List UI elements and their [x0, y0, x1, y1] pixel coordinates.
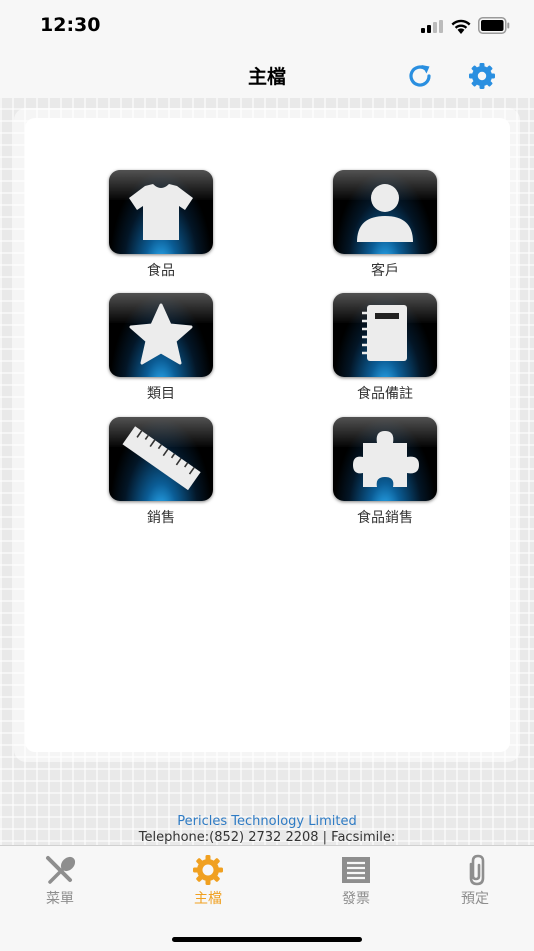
tile-label: 食品	[147, 263, 175, 279]
tile-label: 類目	[147, 386, 175, 402]
status-time: 12:30	[40, 14, 101, 36]
tab-reservation[interactable]: 預定	[430, 854, 520, 908]
star-icon	[109, 293, 213, 377]
refresh-icon[interactable]	[405, 61, 435, 91]
utensils-icon	[46, 856, 76, 884]
battery-icon	[478, 17, 510, 34]
tab-master[interactable]: 主檔	[163, 854, 253, 908]
tab-label: 主檔	[194, 891, 222, 907]
contact-info: Telephone:(852) 2732 2208 | Facsimile:	[138, 830, 396, 845]
wifi-icon	[451, 19, 471, 34]
paperclip-icon	[469, 854, 485, 886]
tile-food-sales[interactable]: 食品銷售	[320, 417, 450, 527]
tile-food-remarks[interactable]: 食品備註	[320, 293, 450, 403]
tile-customer[interactable]: 客戶	[320, 170, 450, 280]
tile-sales[interactable]: 銷售	[96, 417, 226, 527]
tab-label: 預定	[461, 891, 489, 907]
tile-label: 銷售	[147, 510, 175, 526]
tab-label: 發票	[342, 891, 370, 907]
gear-sun-icon	[193, 855, 223, 885]
tile-food[interactable]: 食品	[96, 170, 226, 280]
tab-menu[interactable]: 菜單	[15, 854, 105, 908]
shirt-icon	[109, 170, 213, 254]
status-bar: 12:30	[0, 0, 534, 50]
tab-invoice[interactable]: 發票	[311, 854, 401, 908]
navigation-bar: 主檔	[0, 50, 534, 99]
puzzle-icon	[333, 417, 437, 501]
company-name: Pericles Technology Limited	[177, 814, 357, 829]
cellular-signal-icon	[421, 20, 445, 33]
page-title: 主檔	[247, 66, 286, 88]
home-indicator[interactable]	[172, 937, 362, 942]
tab-label: 菜單	[46, 891, 74, 907]
person-icon	[333, 170, 437, 254]
receipt-icon	[342, 857, 370, 883]
tab-bar: 菜單 主檔 發票 預定	[0, 845, 534, 951]
gear-icon[interactable]	[467, 61, 497, 91]
tile-category[interactable]: 類目	[96, 293, 226, 403]
ruler-icon	[109, 417, 213, 501]
tile-label: 食品銷售	[357, 510, 413, 526]
tile-label: 食品備註	[357, 386, 413, 402]
tile-label: 客戶	[371, 263, 399, 279]
notebook-icon	[333, 293, 437, 377]
